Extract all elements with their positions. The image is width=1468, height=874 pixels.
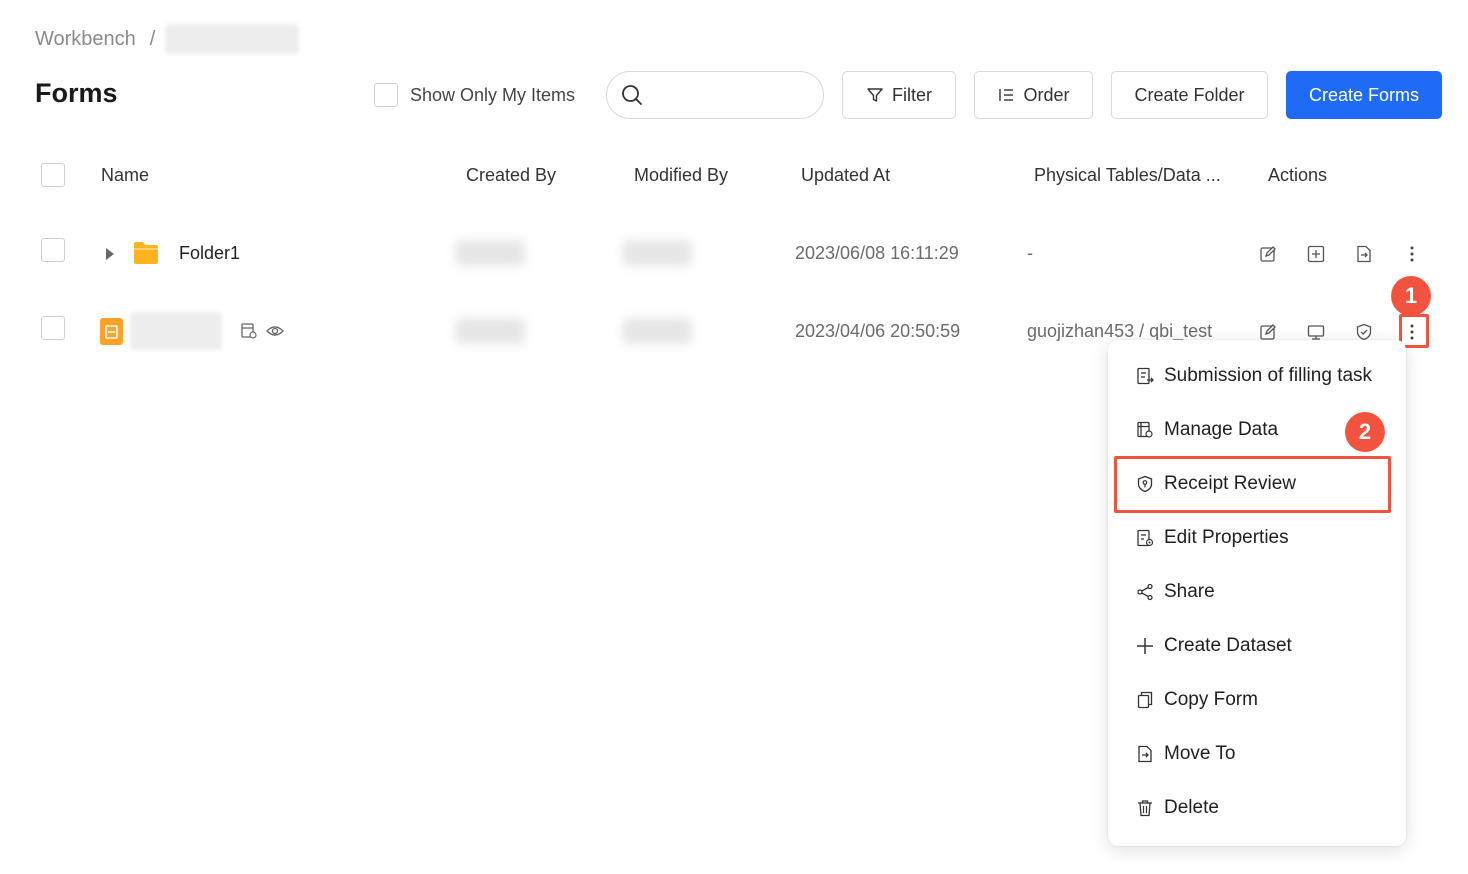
modified-by-redacted xyxy=(622,318,692,344)
edit-icon[interactable] xyxy=(1259,245,1279,265)
column-header-created-by[interactable]: Created By xyxy=(466,165,556,186)
breadcrumb-workbench[interactable]: Workbench xyxy=(35,28,136,51)
row-checkbox[interactable] xyxy=(41,238,65,262)
search-icon xyxy=(621,84,643,106)
search-box[interactable] xyxy=(606,71,824,119)
create-forms-label: Create Forms xyxy=(1308,84,1420,105)
menu-item-label: Manage Data xyxy=(1164,419,1279,440)
breadcrumb-current-redacted[interactable] xyxy=(165,24,300,54)
share-icon xyxy=(1136,583,1154,601)
row-name-redacted[interactable] xyxy=(130,312,222,350)
menu-item-edit-properties[interactable]: Edit Properties xyxy=(1108,511,1406,565)
menu-item-label: Delete xyxy=(1164,797,1219,818)
physical-table: - xyxy=(1027,243,1033,263)
menu-item-label: Move To xyxy=(1164,743,1236,764)
data-table-icon xyxy=(240,322,258,340)
filter-icon xyxy=(866,86,884,104)
menu-item-label: Submission of filling task xyxy=(1164,365,1373,386)
page-title: Forms xyxy=(35,78,118,108)
order-label: Order xyxy=(1023,84,1070,105)
submit-task-icon xyxy=(1136,367,1154,385)
column-header-physical-tables[interactable]: Physical Tables/Data ... xyxy=(1034,165,1221,186)
menu-item-label: Create Dataset xyxy=(1164,635,1292,656)
eye-icon xyxy=(266,323,284,339)
column-header-updated-at[interactable]: Updated At xyxy=(801,165,890,186)
column-header-name[interactable]: Name xyxy=(101,165,149,186)
add-icon[interactable] xyxy=(1307,245,1327,265)
menu-item-move-to[interactable]: Move To xyxy=(1108,727,1406,781)
updated-at: 2023/04/06 20:50:59 xyxy=(795,321,961,341)
menu-item-submission[interactable]: Submission of filling task xyxy=(1108,349,1406,403)
created-by-redacted xyxy=(455,240,525,266)
column-header-actions: Actions xyxy=(1268,165,1328,185)
form-icon xyxy=(100,318,123,345)
filter-label: Filter xyxy=(892,84,932,105)
move-icon[interactable] xyxy=(1355,245,1375,265)
row-checkbox[interactable] xyxy=(41,316,65,340)
order-button[interactable]: Order xyxy=(974,71,1093,119)
more-icon[interactable] xyxy=(1403,245,1423,265)
create-forms-button[interactable]: Create Forms xyxy=(1286,71,1442,119)
updated-at: 2023/06/08 16:11:29 xyxy=(795,243,959,263)
show-only-mine-label: Show Only My Items xyxy=(410,84,576,105)
menu-item-share[interactable]: Share xyxy=(1108,565,1406,619)
order-icon xyxy=(997,86,1015,104)
annotation-badge-2: 2 xyxy=(1345,412,1385,452)
select-all-checkbox[interactable] xyxy=(41,163,65,187)
annotation-highlight-receipt-review xyxy=(1114,456,1391,513)
edit-properties-icon xyxy=(1136,529,1154,547)
create-folder-label: Create Folder xyxy=(1134,84,1245,105)
copy-icon xyxy=(1136,691,1154,709)
show-only-mine-checkbox[interactable] xyxy=(374,83,398,107)
menu-item-label: Share xyxy=(1164,581,1215,602)
menu-item-delete[interactable]: Delete xyxy=(1108,781,1406,835)
manage-data-icon xyxy=(1136,421,1154,439)
create-folder-button[interactable]: Create Folder xyxy=(1111,71,1268,119)
annotation-badge-1: 1 xyxy=(1391,276,1431,316)
show-only-mine-toggle[interactable]: Show Only My Items xyxy=(374,83,575,107)
menu-item-copy-form[interactable]: Copy Form xyxy=(1108,673,1406,727)
menu-item-label: Copy Form xyxy=(1164,689,1258,710)
breadcrumb-separator: / xyxy=(149,27,156,50)
modified-by-redacted xyxy=(622,240,692,266)
move-icon xyxy=(1136,745,1154,763)
plus-icon xyxy=(1136,637,1154,655)
breadcrumb: Workbench / xyxy=(35,24,300,54)
folder-icon xyxy=(133,240,159,266)
menu-item-label: Edit Properties xyxy=(1164,527,1289,548)
row-name[interactable]: Folder1 xyxy=(179,243,240,264)
expand-caret-icon[interactable] xyxy=(105,247,115,261)
filter-button[interactable]: Filter xyxy=(842,71,956,119)
menu-item-create-dataset[interactable]: Create Dataset xyxy=(1108,619,1406,673)
column-header-modified-by[interactable]: Modified By xyxy=(634,165,728,186)
trash-icon xyxy=(1136,799,1154,817)
created-by-redacted xyxy=(455,318,525,344)
search-input[interactable] xyxy=(651,85,811,105)
